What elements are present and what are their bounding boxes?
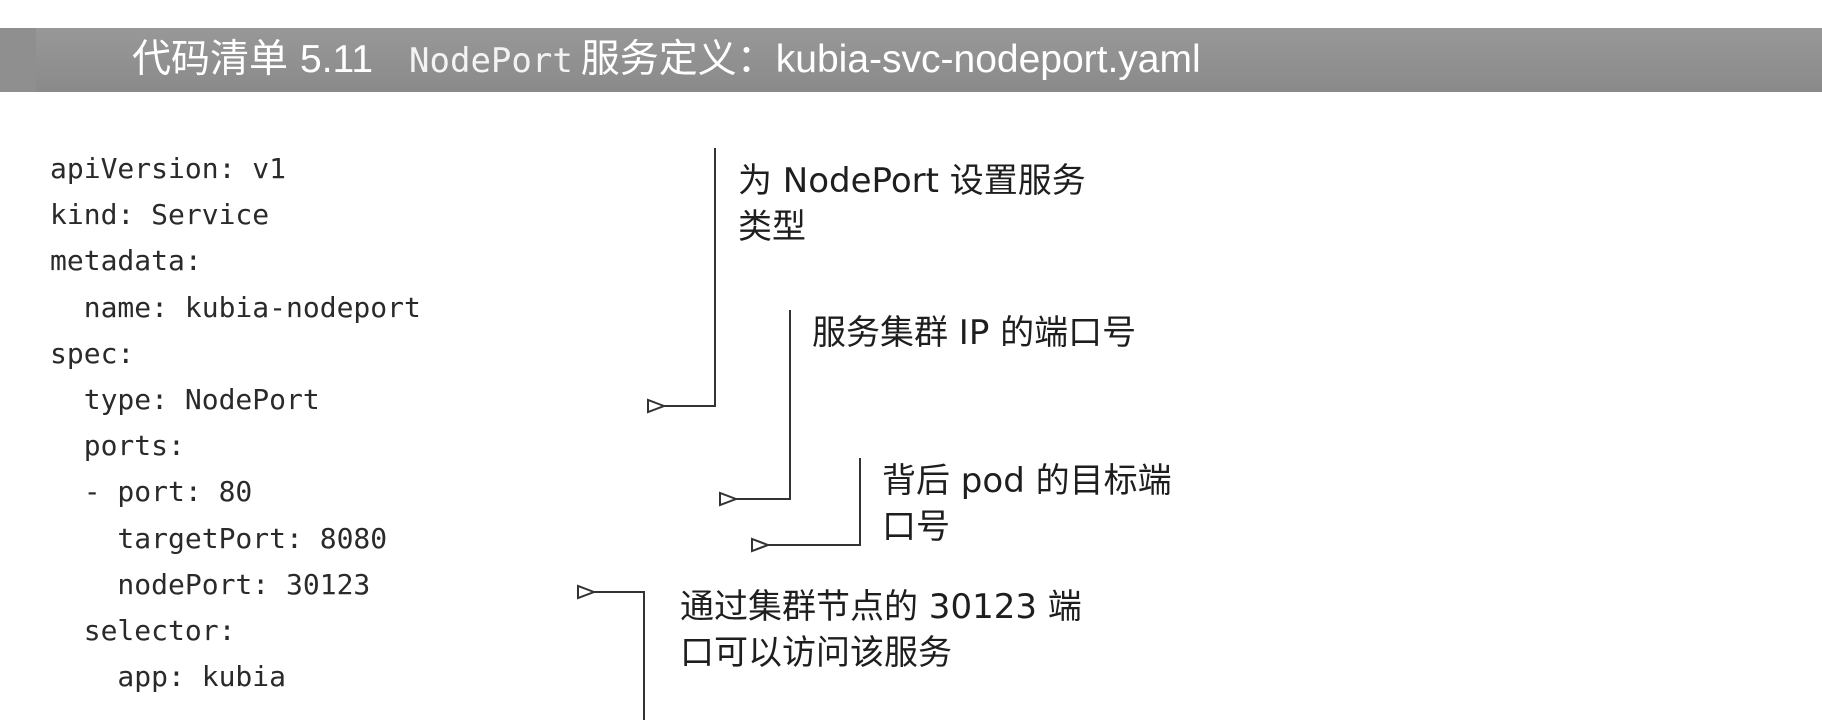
annotation-line: 类型 xyxy=(738,207,806,247)
callout-arrowhead-target-port xyxy=(751,537,771,553)
callout-line-port xyxy=(736,310,791,500)
callout-arrowhead-service-type xyxy=(647,398,667,414)
annotation-port: 服务集群 IP 的端口号 xyxy=(812,310,1136,356)
annotation-line: 口可以访问该服务 xyxy=(680,633,952,673)
annotation-line: 服务集群 IP 的端口号 xyxy=(812,313,1137,353)
annotation-line: 通过集群节点的 30123 端 xyxy=(680,587,1082,627)
annotation-target-port: 背后 pod 的目标端 口号 xyxy=(882,458,1172,550)
callout-line-node-port xyxy=(594,591,645,720)
annotation-line: 为 NodePort 设置服务 xyxy=(738,161,1086,201)
annotation-line: 口号 xyxy=(882,507,950,547)
callout-line-target-port xyxy=(768,458,861,546)
callout-arrowhead-node-port xyxy=(577,584,597,600)
annotation-service-type: 为 NodePort 设置服务 类型 xyxy=(738,158,1086,250)
callout-line-service-type xyxy=(664,148,716,407)
annotation-node-port: 通过集群节点的 30123 端 口可以访问该服务 xyxy=(680,584,1082,676)
callout-arrowhead-port xyxy=(719,491,739,507)
annotation-line: 背后 pod 的目标端 xyxy=(882,461,1172,501)
